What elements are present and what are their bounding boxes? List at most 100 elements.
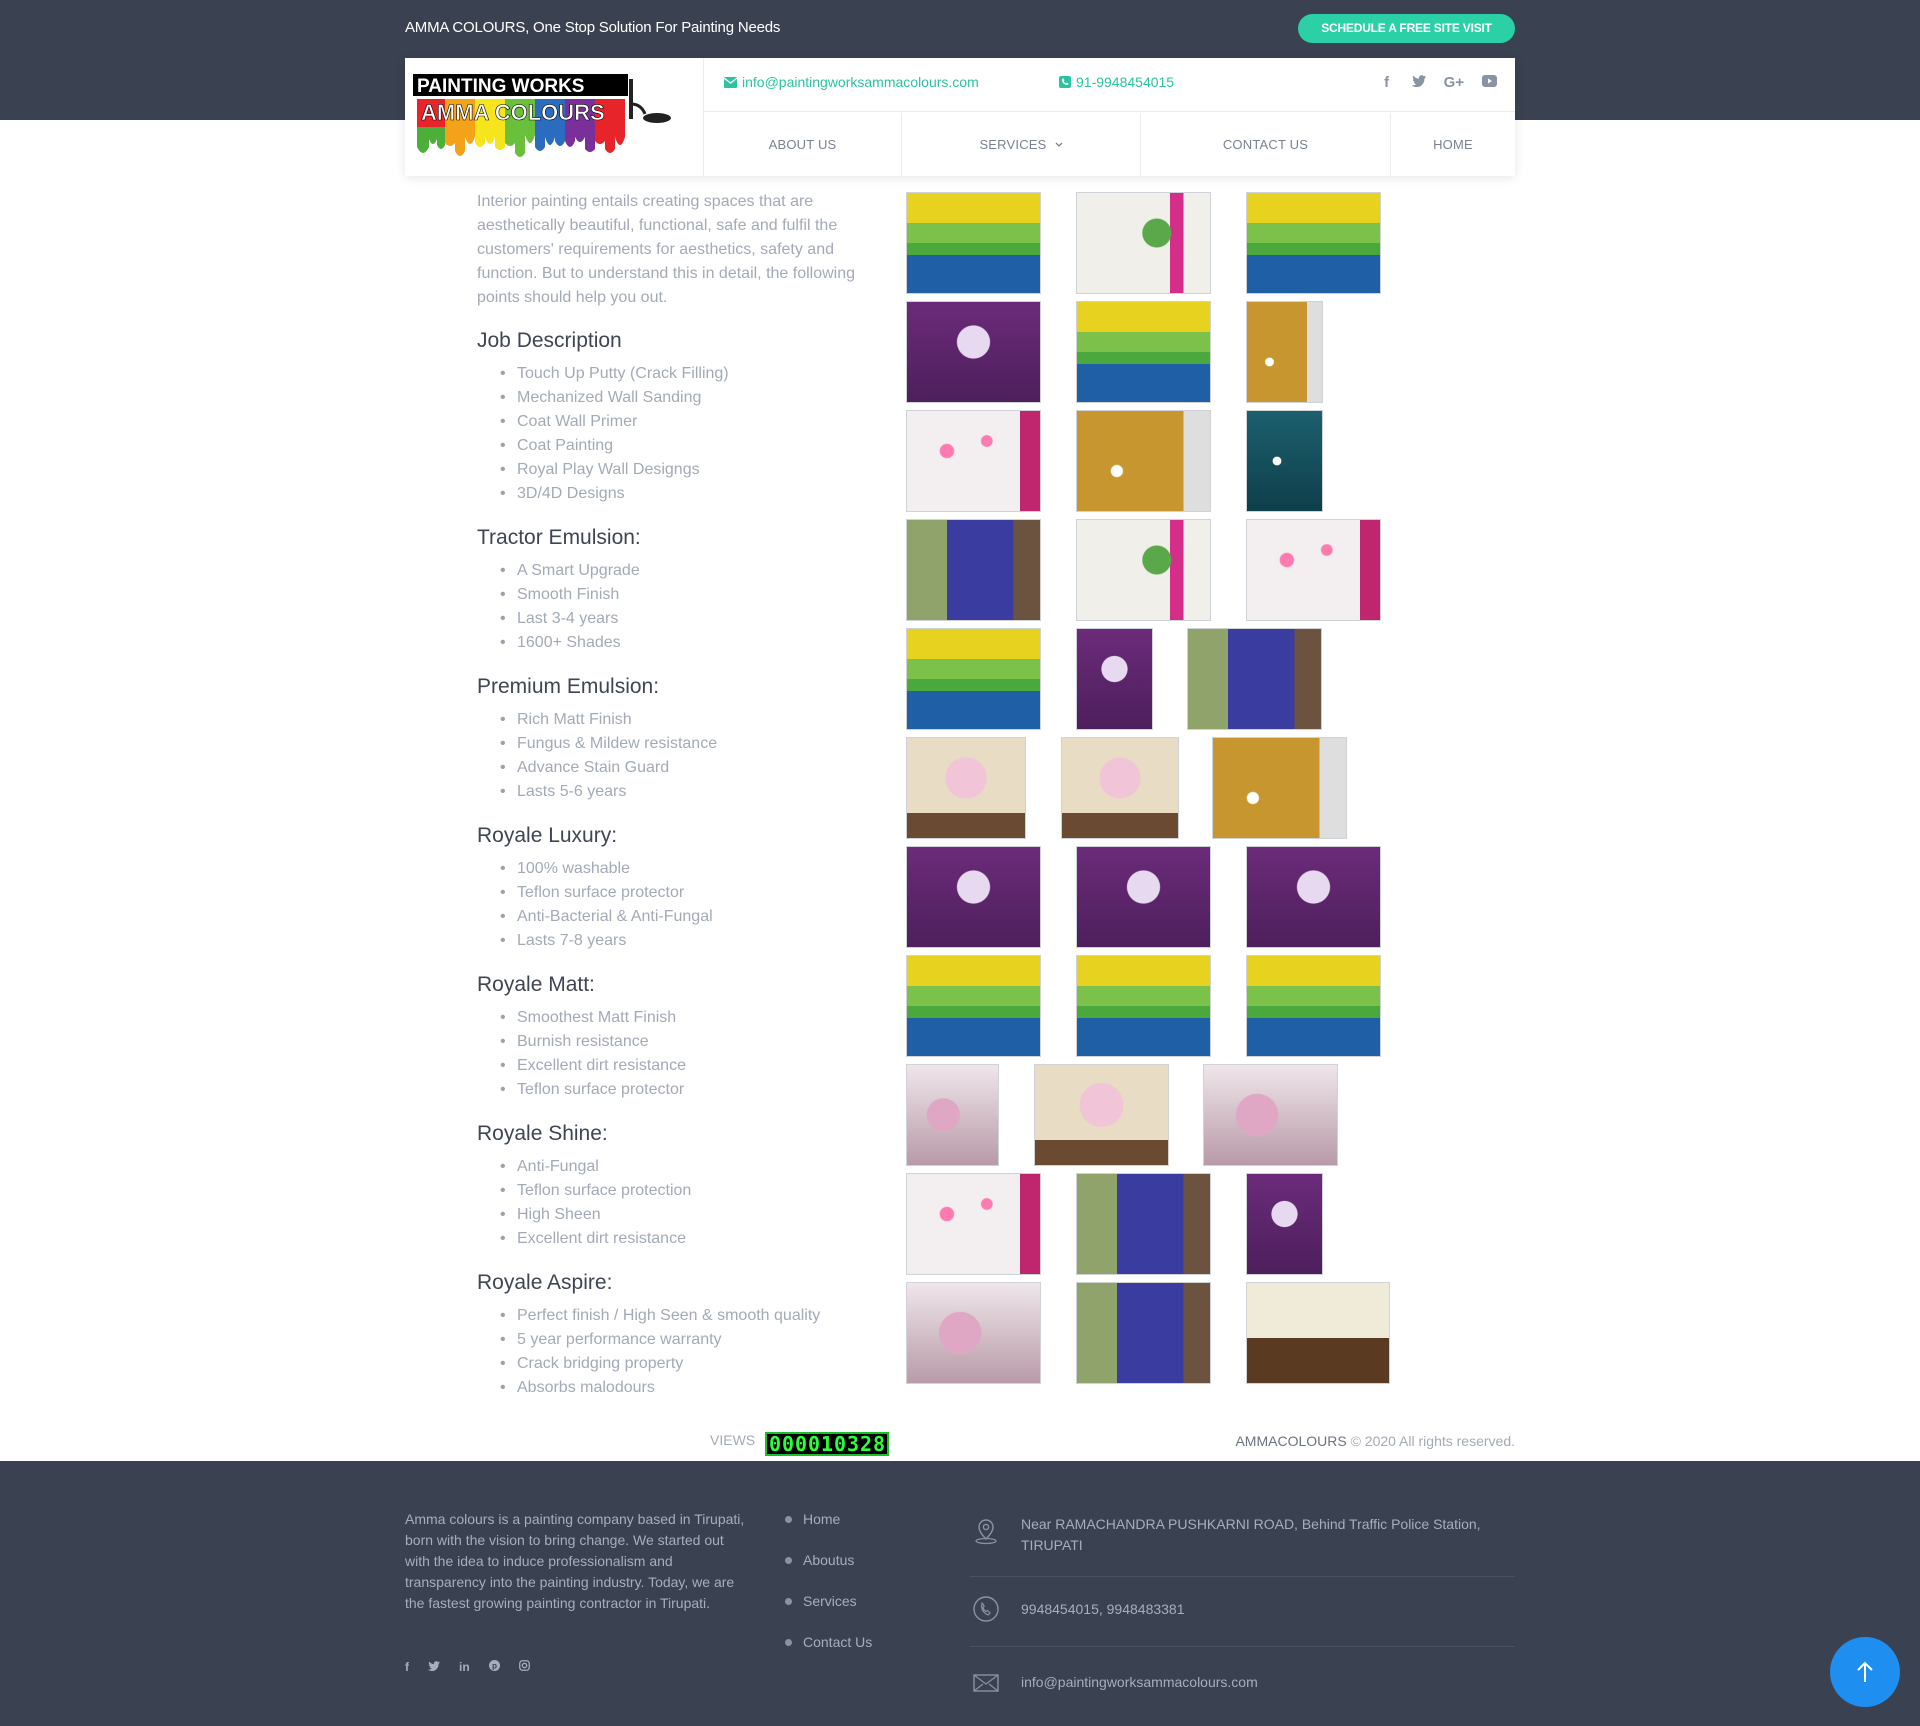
- gallery-thumbnail[interactable]: [1076, 628, 1153, 730]
- list-item: Royal Play Wall Designgs: [500, 458, 877, 482]
- gallery-thumbnail[interactable]: [1246, 301, 1323, 403]
- site-tagline: AMMA COLOURS, One Stop Solution For Pain…: [405, 19, 781, 36]
- list-item: 3D/4D Designs: [500, 482, 877, 506]
- feature-list: Perfect finish / High Seen & smooth qual…: [477, 1304, 877, 1400]
- gallery-thumbnail[interactable]: [1034, 1064, 1169, 1166]
- gallery-thumbnail[interactable]: [1076, 410, 1211, 512]
- gallery-thumbnail[interactable]: [1212, 737, 1347, 839]
- twitter-icon[interactable]: [1410, 74, 1426, 91]
- counter-digit: 0: [782, 1432, 795, 1456]
- section-heading: Tractor Emulsion:: [477, 526, 641, 549]
- list-item: Teflon surface protector: [500, 881, 877, 905]
- footer-email-row: info@paintingworksammacolours.com: [970, 1647, 1515, 1717]
- gallery-thumbnail[interactable]: [1187, 628, 1322, 730]
- gallery-thumbnail[interactable]: [906, 301, 1041, 403]
- location-pin-icon: [975, 1519, 997, 1545]
- site-logo[interactable]: PAINTING WORKS AMMA COLOURS: [413, 74, 683, 160]
- list-item: Excellent dirt resistance: [500, 1054, 877, 1078]
- list-item: Perfect finish / High Seen & smooth qual…: [500, 1304, 877, 1328]
- feature-list: A Smart UpgradeSmooth FinishLast 3-4 yea…: [477, 559, 877, 655]
- footer-email[interactable]: info@paintingworksammacolours.com: [1021, 1674, 1258, 1690]
- gallery-thumbnail[interactable]: [1076, 846, 1211, 948]
- gallery-thumbnail[interactable]: [906, 410, 1041, 512]
- service-section: Royale Shine: Anti-FungalTeflon surface p…: [477, 1119, 877, 1251]
- gallery-thumbnail[interactable]: [906, 846, 1041, 948]
- gallery-thumbnail[interactable]: [1246, 846, 1381, 948]
- intro-paragraph: Interior painting entails creating space…: [477, 193, 856, 306]
- nav-services[interactable]: SERVICES: [902, 113, 1141, 176]
- gallery-thumbnail[interactable]: [906, 192, 1041, 294]
- gallery-thumbnail[interactable]: [906, 1282, 1041, 1384]
- footer-phone-row: 9948454015, 9948483381: [970, 1577, 1515, 1647]
- service-section: Premium Emulsion: Rich Matt FinishFungus …: [477, 672, 877, 804]
- nav-about-us[interactable]: ABOUT US: [704, 113, 902, 176]
- footer-link-home[interactable]: Home: [785, 1509, 872, 1530]
- gallery-thumbnail[interactable]: [1246, 519, 1381, 621]
- nav-home[interactable]: HOME: [1391, 113, 1515, 176]
- counter-digit: 0: [808, 1432, 821, 1456]
- google-plus-icon[interactable]: G+: [1444, 74, 1464, 91]
- gallery-thumbnail[interactable]: [1076, 1173, 1211, 1275]
- service-section: Tractor Emulsion: A Smart UpgradeSmooth F…: [477, 523, 877, 655]
- footer-phones[interactable]: 9948454015, 9948483381: [1021, 1601, 1185, 1617]
- services-details: Job Description Touch Up Putty (Crack Fil…: [477, 326, 877, 1417]
- gallery-thumbnail[interactable]: [1246, 955, 1381, 1057]
- section-heading: Royale Aspire:: [477, 1271, 613, 1294]
- header-phone-link[interactable]: 91-9948454015: [1059, 74, 1174, 90]
- service-section: Royale Aspire: Perfect finish / High Seen…: [477, 1268, 877, 1400]
- header-email-text: info@paintingworksammacolours.com: [742, 74, 979, 90]
- list-item: 1600+ Shades: [500, 631, 877, 655]
- envelope-icon: [973, 1674, 999, 1692]
- list-item: Touch Up Putty (Crack Filling): [500, 362, 877, 386]
- list-item: 5 year performance warranty: [500, 1328, 877, 1352]
- scroll-to-top-button[interactable]: [1830, 1637, 1900, 1707]
- footer-link-aboutus[interactable]: Aboutus: [785, 1550, 872, 1571]
- feature-list: Rich Matt FinishFungus & Mildew resistan…: [477, 708, 877, 804]
- list-item: Coat Painting: [500, 434, 877, 458]
- gallery-thumbnail[interactable]: [1076, 519, 1211, 621]
- gallery-thumbnail[interactable]: [1246, 192, 1381, 294]
- list-item: Anti-Bacterial & Anti-Fungal: [500, 905, 877, 929]
- nav-contact-us[interactable]: CONTACT US: [1141, 113, 1391, 176]
- gallery-thumbnail[interactable]: [1246, 1173, 1323, 1275]
- facebook-icon[interactable]: f: [1380, 74, 1394, 91]
- footer-links: Home Aboutus Services Contact Us: [785, 1509, 872, 1673]
- view-counter: 000010328: [765, 1432, 889, 1456]
- footer-social-links: f in p: [405, 1660, 530, 1674]
- footer-link-services[interactable]: Services: [785, 1591, 872, 1612]
- gallery-thumbnail[interactable]: [1203, 1064, 1338, 1166]
- footer-address: Near RAMACHANDRA PUSHKARNI ROAD, Behind …: [1021, 1516, 1481, 1553]
- list-item: Lasts 7-8 years: [500, 929, 877, 953]
- gallery-thumbnail[interactable]: [1246, 410, 1323, 512]
- gallery-thumbnail[interactable]: [1061, 737, 1179, 839]
- twitter-icon[interactable]: [427, 1660, 440, 1674]
- gallery-thumbnail[interactable]: [1076, 955, 1211, 1057]
- youtube-icon[interactable]: [1482, 74, 1497, 91]
- copyright-text: © 2020 All rights reserved.: [1346, 1433, 1515, 1449]
- logo-line-1: PAINTING WORKS: [417, 76, 584, 97]
- counter-digit: 0: [834, 1432, 847, 1456]
- list-item: Lasts 5-6 years: [500, 780, 877, 804]
- gallery-thumbnail[interactable]: [1076, 1282, 1211, 1384]
- schedule-visit-button[interactable]: SCHEDULE A FREE SITE VISIT: [1298, 14, 1515, 43]
- header-email-link[interactable]: info@paintingworksammacolours.com: [724, 74, 979, 90]
- list-item: Coat Wall Primer: [500, 410, 877, 434]
- gallery-thumbnail[interactable]: [906, 519, 1041, 621]
- service-section: Job Description Touch Up Putty (Crack Fil…: [477, 326, 877, 506]
- gallery-thumbnail[interactable]: [906, 955, 1041, 1057]
- linkedin-icon[interactable]: in: [459, 1660, 470, 1674]
- instagram-icon[interactable]: [518, 1660, 530, 1674]
- gallery-thumbnail[interactable]: [906, 628, 1041, 730]
- gallery-thumbnail[interactable]: [1246, 1282, 1390, 1384]
- gallery-thumbnail[interactable]: [906, 1064, 999, 1166]
- gallery-thumbnail[interactable]: [906, 737, 1026, 839]
- footer-link-contact-us[interactable]: Contact Us: [785, 1632, 872, 1653]
- copyright: AMMACOLOURS © 2020 All rights reserved.: [1235, 1433, 1515, 1449]
- facebook-icon[interactable]: f: [405, 1660, 409, 1674]
- gallery-thumbnail[interactable]: [1076, 301, 1211, 403]
- header-contact-row: info@paintingworksammacolours.com 91-994…: [704, 58, 1515, 112]
- gallery-thumbnail[interactable]: [906, 1173, 1041, 1275]
- gallery-thumbnail[interactable]: [1076, 192, 1211, 294]
- list-item: Excellent dirt resistance: [500, 1227, 877, 1251]
- pinterest-icon[interactable]: p: [488, 1660, 500, 1674]
